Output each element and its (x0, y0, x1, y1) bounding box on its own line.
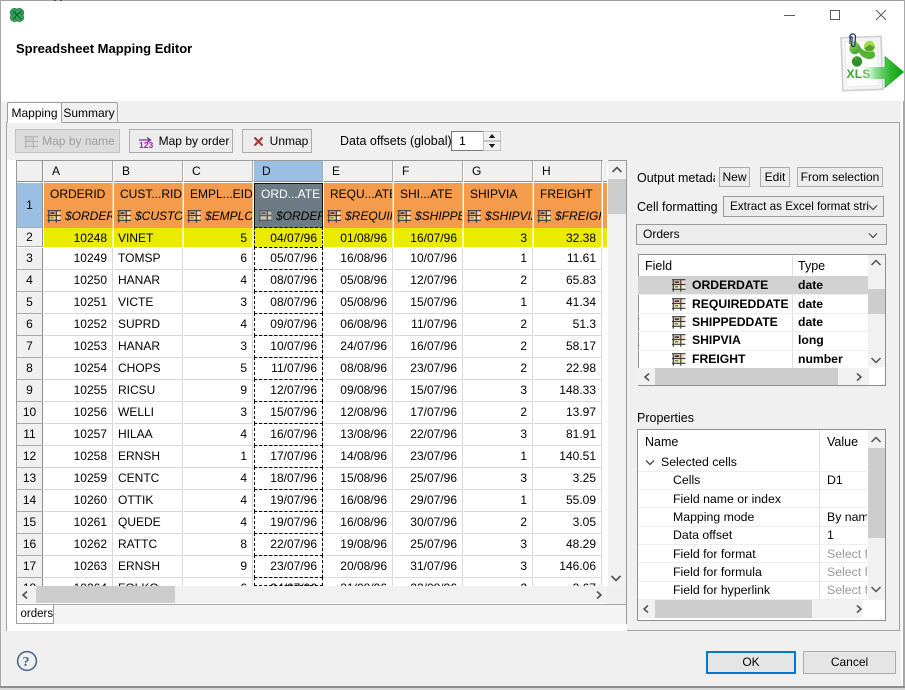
svg-text:?: ? (23, 655, 30, 670)
svg-text:123: 123 (139, 140, 153, 150)
